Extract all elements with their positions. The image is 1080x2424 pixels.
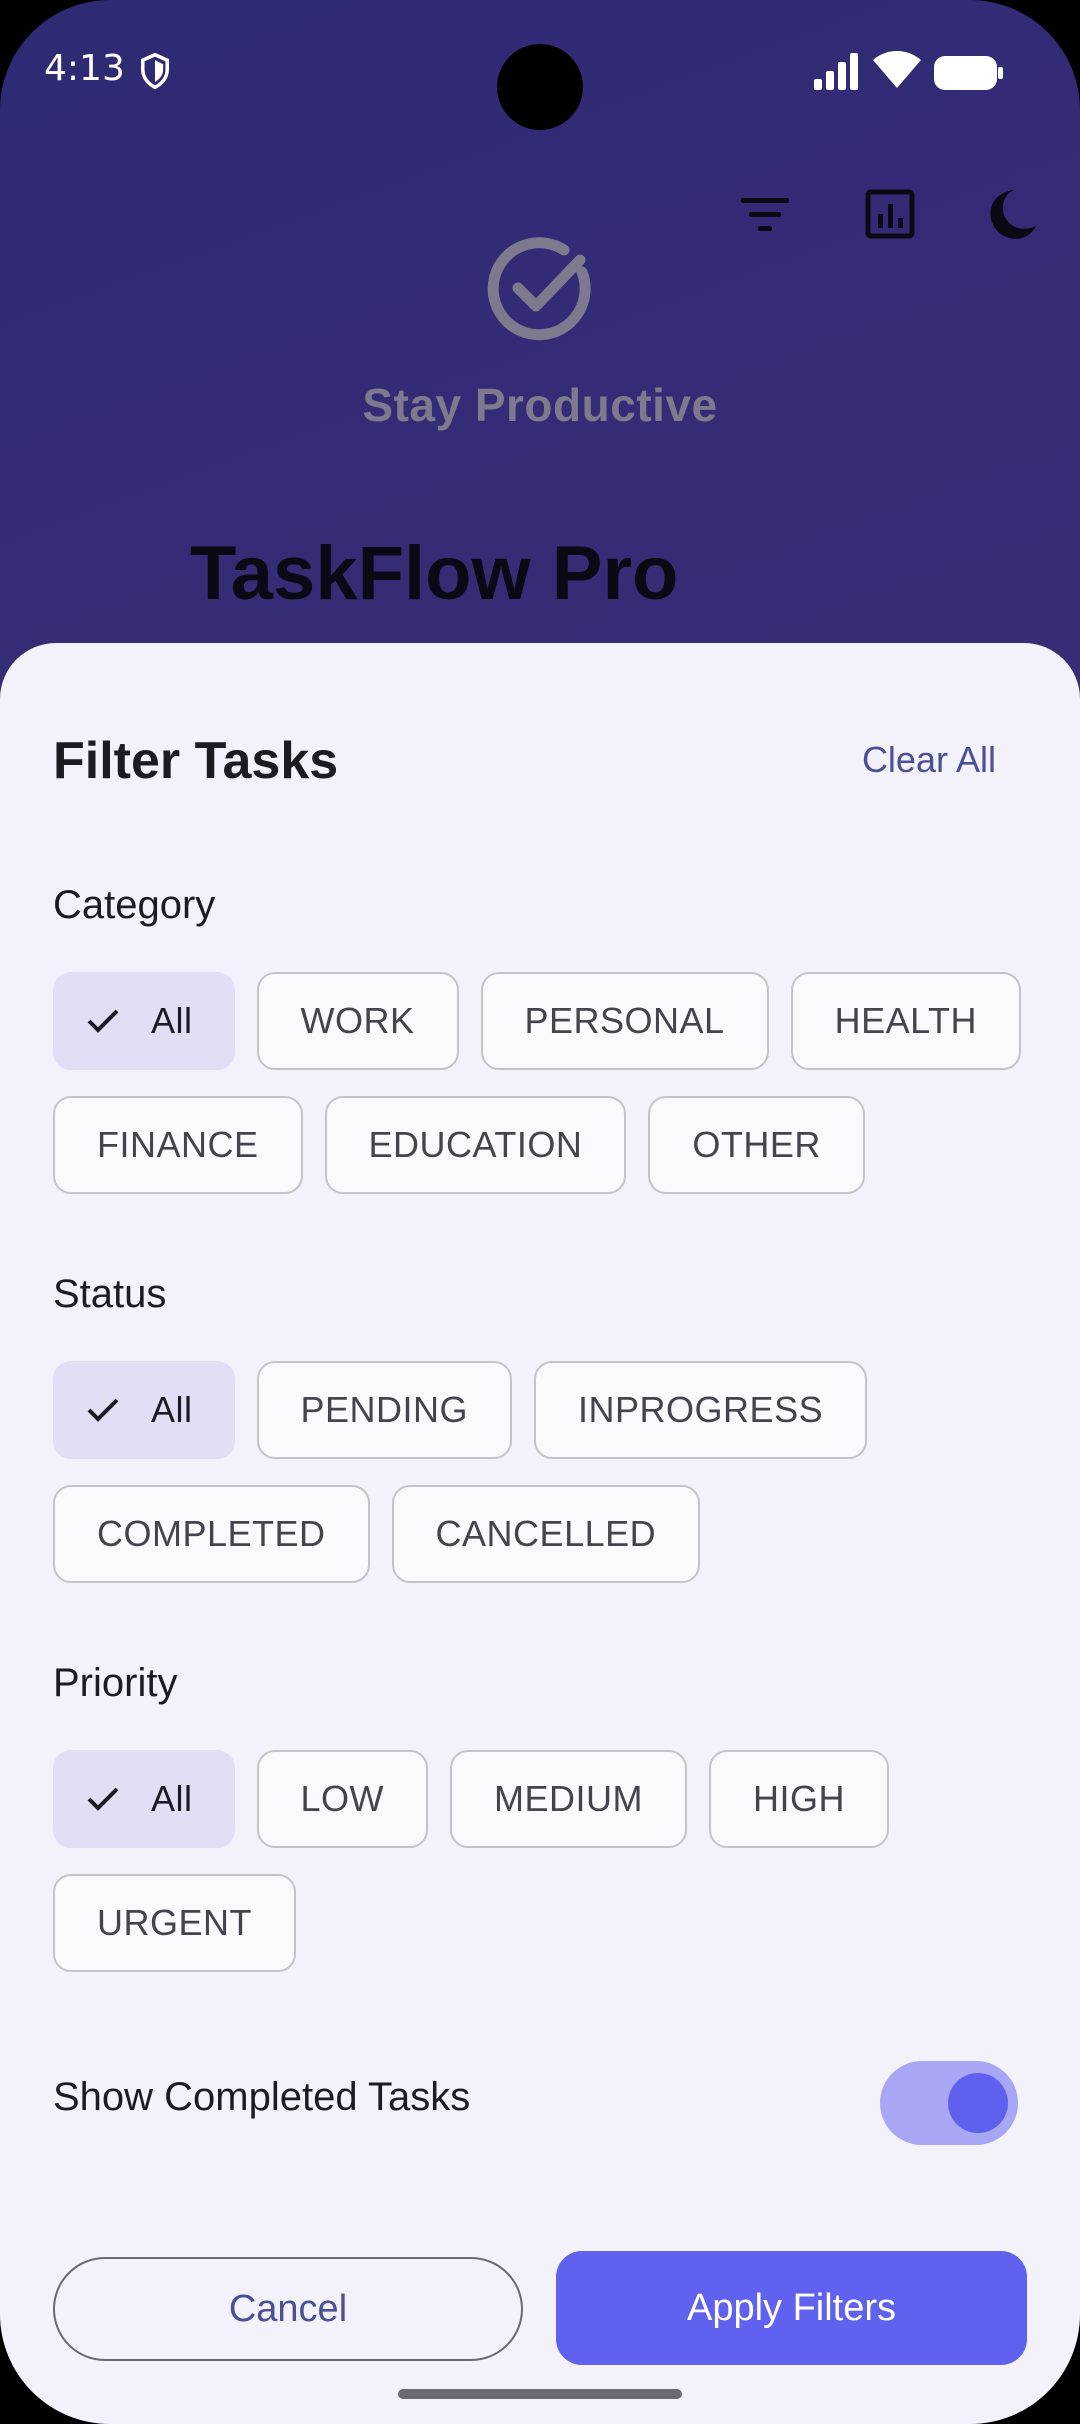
chip-label: CANCELLED xyxy=(435,1513,657,1554)
chip-label: PERSONAL xyxy=(524,1000,725,1041)
cancel-button[interactable]: Cancel xyxy=(53,2257,523,2361)
chip-label: WORK xyxy=(300,1000,415,1041)
status-chip-group: All PENDING INPROGRESS COMPLETED CANCELLED xyxy=(53,1361,1033,1583)
priority-chip-urgent[interactable]: URGENT xyxy=(53,1874,296,1972)
analytics-icon[interactable] xyxy=(860,184,920,244)
chip-label: COMPLETED xyxy=(97,1513,326,1554)
show-completed-label: Show Completed Tasks xyxy=(53,2075,471,2119)
priority-label: Priority xyxy=(53,1661,178,1705)
status-label: Status xyxy=(53,1272,167,1316)
chip-label: HEALTH xyxy=(834,1000,977,1041)
chip-label: FINANCE xyxy=(97,1124,259,1165)
chip-label: URGENT xyxy=(97,1902,252,1943)
priority-chip-medium[interactable]: MEDIUM xyxy=(450,1750,688,1848)
check-icon xyxy=(87,1009,119,1033)
chip-label: INPROGRESS xyxy=(578,1389,824,1430)
status-chip-cancelled[interactable]: CANCELLED xyxy=(391,1485,701,1583)
check-icon xyxy=(87,1787,119,1811)
category-label: Category xyxy=(53,883,216,927)
chip-label: OTHER xyxy=(692,1124,821,1165)
priority-chip-group: All LOW MEDIUM HIGH URGENT xyxy=(53,1750,1033,1972)
chip-label: MEDIUM xyxy=(494,1778,644,1819)
chip-label: All xyxy=(151,1389,193,1430)
filter-icon[interactable] xyxy=(735,184,795,244)
status-time: 4:13 xyxy=(44,48,125,89)
clear-all-button[interactable]: Clear All xyxy=(862,739,996,781)
toggle-knob xyxy=(948,2073,1008,2133)
status-chip-pending[interactable]: PENDING xyxy=(256,1361,513,1459)
check-icon xyxy=(87,1398,119,1422)
priority-chip-all[interactable]: All xyxy=(53,1750,235,1848)
priority-chip-low[interactable]: LOW xyxy=(256,1750,429,1848)
battery-icon xyxy=(934,56,1003,90)
cell-signal-icon xyxy=(814,53,858,90)
home-indicator xyxy=(398,2389,682,2399)
category-chip-group: All WORK PERSONAL HEALTH FINANCE EDUCATION OTH… xyxy=(53,972,1033,1194)
wifi-icon xyxy=(873,51,921,88)
chip-label: LOW xyxy=(300,1778,385,1819)
priority-chip-high[interactable]: HIGH xyxy=(709,1750,890,1848)
chip-label: HIGH xyxy=(753,1778,846,1819)
status-chip-inprogress[interactable]: INPROGRESS xyxy=(534,1361,868,1459)
filter-bottom-sheet: Filter Tasks Clear All Category All WORK P… xyxy=(0,643,1080,2424)
chip-label: All xyxy=(151,1778,193,1819)
chip-label: EDUCATION xyxy=(368,1124,583,1165)
app-screen: 4:13 Stay Productive TaskFlow Pro Filter… xyxy=(0,0,1080,2424)
status-chip-completed[interactable]: COMPLETED xyxy=(53,1485,370,1583)
category-chip-education[interactable]: EDUCATION xyxy=(324,1096,627,1194)
dark-mode-icon[interactable] xyxy=(984,184,1044,244)
show-completed-toggle[interactable] xyxy=(880,2061,1018,2145)
category-chip-health[interactable]: HEALTH xyxy=(790,972,1021,1070)
apply-filters-button[interactable]: Apply Filters xyxy=(556,2251,1027,2365)
category-chip-all[interactable]: All xyxy=(53,972,235,1070)
category-chip-other[interactable]: OTHER xyxy=(648,1096,865,1194)
category-chip-work[interactable]: WORK xyxy=(256,972,459,1070)
app-title: TaskFlow Pro xyxy=(190,531,679,616)
sheet-title: Filter Tasks xyxy=(53,732,339,790)
status-bar: 4:13 xyxy=(0,0,1080,140)
chip-label: PENDING xyxy=(300,1389,469,1430)
category-chip-finance[interactable]: FINANCE xyxy=(53,1096,303,1194)
camera-cutout xyxy=(497,44,583,130)
chip-label: All xyxy=(151,1000,193,1041)
status-chip-all[interactable]: All xyxy=(53,1361,235,1459)
check-circle-icon xyxy=(487,237,591,341)
hero-tagline: Stay Productive xyxy=(362,379,718,431)
category-chip-personal[interactable]: PERSONAL xyxy=(480,972,769,1070)
shield-icon xyxy=(141,52,169,90)
